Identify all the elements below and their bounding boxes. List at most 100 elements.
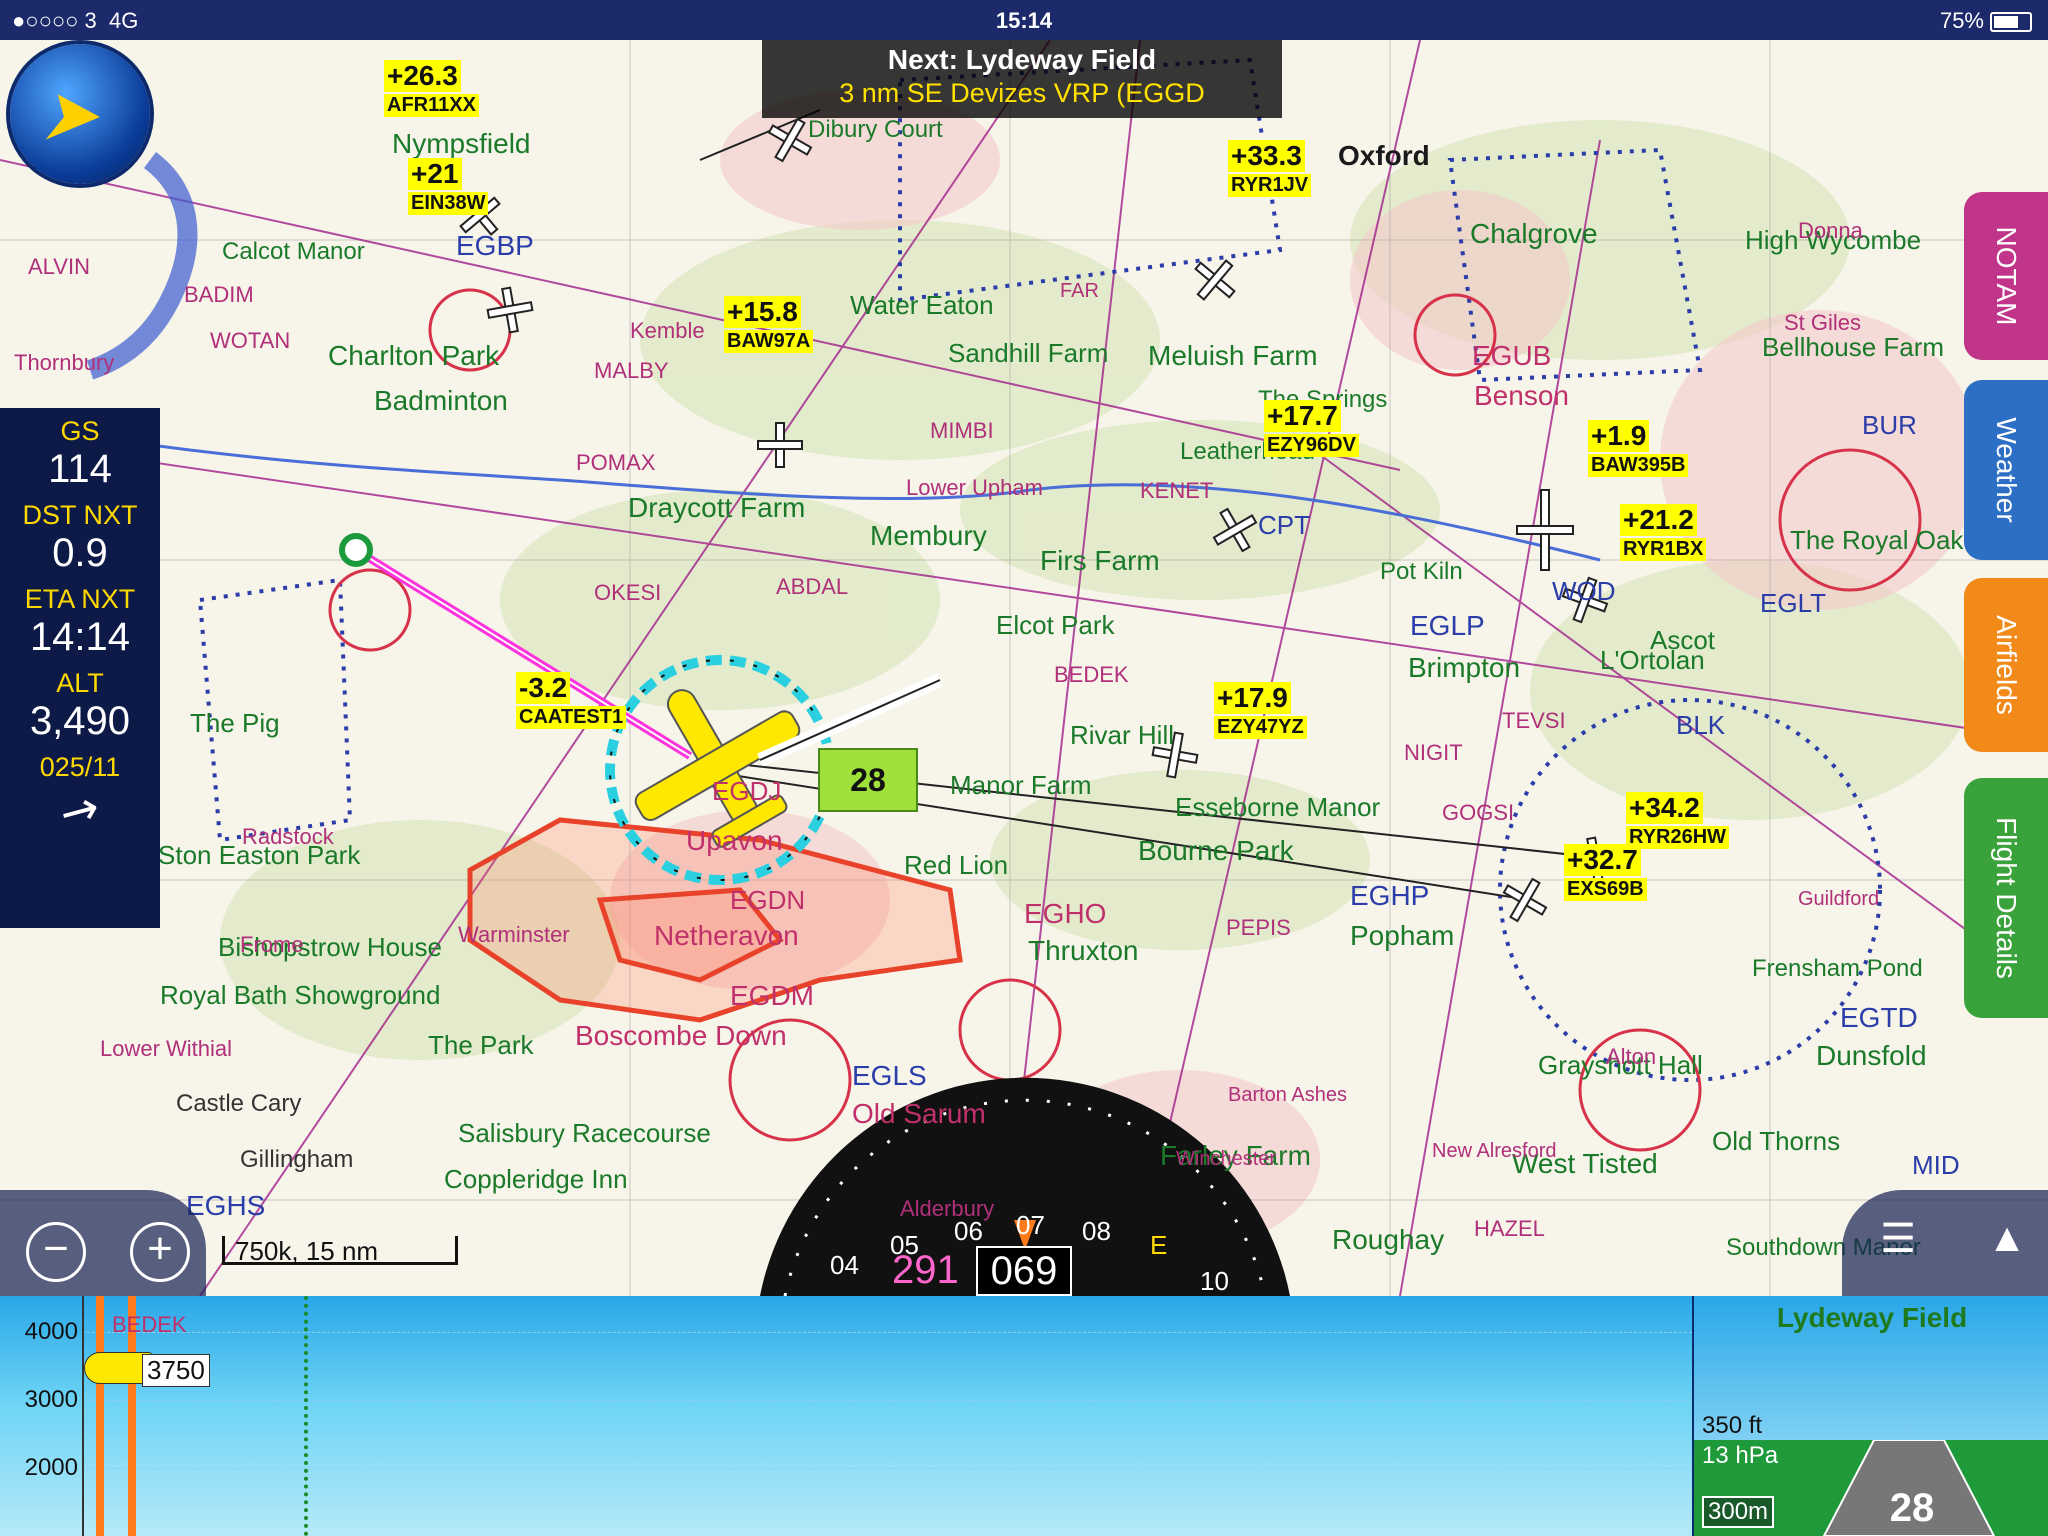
place-label: Esseborne Manor — [1175, 792, 1381, 822]
eta-next-value: 14:14 — [29, 615, 131, 659]
north-arrow-icon[interactable]: ▲ — [1982, 1216, 2032, 1272]
place-label: Gillingham — [240, 1146, 354, 1173]
wind-arrow-icon: ↗ — [50, 777, 110, 843]
airspace-label: POMAX — [576, 450, 656, 475]
dst-next-label: DST NXT — [22, 500, 138, 530]
airspace-label: GOGSI — [1442, 800, 1515, 825]
airspace-label: EGLS — [852, 1060, 927, 1091]
place-label: Sandhill Farm — [948, 338, 1109, 368]
chart-background — [0, 40, 2048, 1296]
departure-waypoint-icon — [339, 533, 373, 567]
map-scale: 750k, 15 nm — [222, 1236, 458, 1266]
waypoint-marker — [304, 1296, 308, 1536]
airspace-label: MALBY — [594, 358, 669, 383]
airspace-label: Winchester — [1176, 1148, 1277, 1170]
traffic-target[interactable]: +15.8 BAW97A — [724, 296, 814, 353]
altitude-tick: 2000 — [24, 1454, 78, 1481]
gs-label: GS — [60, 416, 100, 446]
place-label: Bellhouse Farm — [1762, 332, 1945, 362]
tab-flight-details[interactable]: Flight Details — [1964, 778, 2048, 1018]
vertical-profile[interactable]: 4000 3000 2000 BEDEK 3750 — [0, 1296, 1692, 1536]
current-position-marker — [96, 1296, 104, 1536]
instrument-panel[interactable]: GS 114 DST NXT 0.9 ETA NXT 14:14 ALT 3,4… — [0, 408, 160, 928]
tab-notam[interactable]: NOTAM — [1964, 192, 2048, 360]
airspace-label: Frome — [240, 932, 304, 957]
alt-label: ALT — [56, 668, 104, 698]
place-label: Charlton Park — [328, 340, 500, 371]
airspace-label: OKESI — [594, 580, 662, 605]
profile-waypoint-label: BEDEK — [112, 1312, 187, 1337]
airspace-label: EGLT — [1760, 588, 1826, 618]
heading-readout: 069 — [976, 1246, 1072, 1296]
compass-mark: 08 — [1082, 1216, 1111, 1246]
profile-altitude-readout: 3750 — [142, 1354, 210, 1387]
altitude-tick: 3000 — [24, 1386, 78, 1413]
traffic-target[interactable]: +32.7 EXS69B — [1564, 844, 1647, 901]
traffic-target[interactable]: +17.7 EZY96DV — [1264, 400, 1359, 457]
waypoint-badge[interactable]: 28 — [818, 748, 918, 812]
traffic-target[interactable]: +33.3 RYR1JV — [1228, 140, 1312, 197]
clock: 15:14 — [995, 8, 1053, 33]
traffic-target[interactable]: +34.2 RYR26HW — [1626, 792, 1730, 849]
airspace-label: WOTAN — [210, 328, 291, 353]
traffic-target[interactable]: +21 EIN38W — [408, 158, 489, 215]
place-label: Ascot — [1650, 625, 1716, 655]
battery-icon — [1990, 12, 2032, 33]
place-label: Badminton — [374, 385, 508, 416]
airspace-label: EGTD — [1840, 1002, 1918, 1033]
place-label: Boscombe Down — [575, 1020, 787, 1051]
status-bar: ●○○○○ 3 4G 15:14 75% — [0, 0, 2048, 40]
place-label: Elcot Park — [996, 610, 1115, 640]
app-logo-icon[interactable]: ➤ — [10, 44, 150, 184]
compass-mark: 04 — [830, 1250, 859, 1280]
airspace-label: EGHO — [1024, 898, 1107, 929]
airspace-label: EGDN — [730, 885, 806, 915]
track-readout: 291 — [892, 1248, 959, 1292]
runway-number: 28 — [1889, 1486, 1935, 1530]
tab-weather[interactable]: Weather — [1964, 380, 2048, 560]
compass-mark: 07 — [1016, 1210, 1045, 1240]
place-label: Coppleridge Inn — [444, 1164, 628, 1194]
airspace-label: BLK — [1676, 710, 1726, 740]
place-label: Old Thorns — [1712, 1126, 1841, 1156]
zoom-in-button[interactable]: + — [130, 1222, 190, 1282]
airspace-label: BADIM — [184, 282, 254, 307]
airspace-label: Radstock — [242, 824, 334, 849]
place-label: Netheravon — [654, 920, 799, 951]
airspace-label: ALVIN — [28, 254, 90, 279]
airspace-label: Warminster — [458, 922, 570, 947]
airspace-label: Thornbury — [14, 350, 115, 375]
airspace-label: St Giles — [1784, 310, 1862, 335]
next-waypoint-banner[interactable]: Next: Lydeway Field 3 nm SE Devizes VRP … — [762, 40, 1282, 118]
zoom-out-button[interactable]: − — [26, 1222, 86, 1282]
traffic-target[interactable]: +17.9 EZY47YZ — [1214, 682, 1307, 739]
destination-elevation: 350 ft — [1702, 1412, 1763, 1439]
destination-panel[interactable]: Lydeway Field 350 ft 13 hPa 28 300m — [1692, 1296, 2048, 1536]
traffic-target[interactable]: +26.3 AFR11XX — [384, 60, 479, 117]
next-waypoint-detail: 3 nm SE Devizes VRP (EGGD — [839, 78, 1205, 108]
ownship-label: -3.2 CAATEST1 — [516, 672, 627, 729]
layers-icon[interactable]: ☰ — [1870, 1216, 1926, 1272]
airspace-label: TEVSI — [1502, 708, 1566, 733]
place-label: Salisbury Racecourse — [458, 1118, 711, 1148]
airspace-label: WOD — [1552, 576, 1616, 606]
place-label: Nympsfield — [392, 128, 531, 159]
airspace-label: Donna — [1798, 218, 1863, 243]
airspace-label: Barton Ashes — [1228, 1084, 1347, 1106]
place-label: The Royal Oak — [1790, 525, 1964, 555]
place-label: Benson — [1474, 380, 1569, 411]
traffic-target[interactable]: +21.2 RYR1BX — [1620, 504, 1707, 561]
destination-title: Lydeway Field — [1776, 1302, 1968, 1333]
tab-airfields[interactable]: Airfields — [1964, 578, 2048, 752]
place-label: Draycott Farm — [628, 492, 806, 523]
airspace-label: BEDEK — [1054, 662, 1129, 687]
place-label: Popham — [1350, 920, 1455, 951]
airspace-label: KENET — [1140, 478, 1214, 503]
place-label: Thruxton — [1028, 935, 1139, 966]
traffic-target[interactable]: +1.9 BAW395B — [1588, 420, 1689, 477]
place-label: Brimpton — [1408, 652, 1521, 683]
eta-next-label: ETA NXT — [24, 584, 136, 614]
gs-value: 114 — [48, 447, 112, 491]
place-label: Frensham Pond — [1752, 955, 1923, 982]
aviation-chart-map[interactable]: Nympsfield Calcot Manor Charlton Park Ba… — [0, 40, 2048, 1296]
